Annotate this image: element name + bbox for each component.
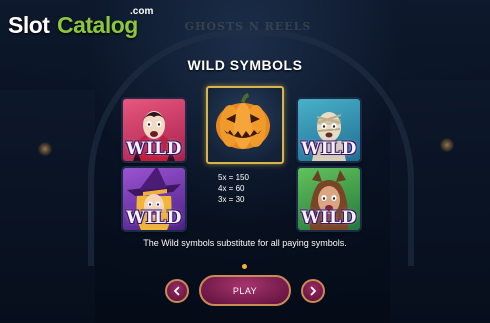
watermark-slot: Slot bbox=[8, 12, 50, 38]
next-page-button[interactable] bbox=[301, 279, 325, 303]
wild-symbol-witch: WILD bbox=[123, 168, 185, 230]
wild-label: WILD bbox=[126, 208, 182, 228]
play-button-label: PLAY bbox=[232, 285, 258, 296]
jack-o-lantern-icon bbox=[216, 93, 270, 149]
payout-5x: 5x = 150 bbox=[218, 173, 249, 182]
wild-description: The Wild symbols substitute for all payi… bbox=[143, 238, 347, 248]
wild-symbol-mummy: WILD bbox=[298, 99, 360, 161]
watermark-com: .com bbox=[130, 6, 154, 17]
wild-label: WILD bbox=[301, 139, 357, 159]
previous-page-button[interactable] bbox=[165, 279, 189, 303]
wild-label: WILD bbox=[126, 139, 182, 159]
page-title: WILD SYMBOLS bbox=[187, 57, 303, 73]
chevron-right-icon bbox=[310, 286, 316, 296]
wild-symbol-vampire: WILD bbox=[123, 99, 185, 161]
page-indicator-dot bbox=[242, 264, 247, 269]
pumpkin-payouts: 5x = 150 4x = 60 3x = 30 bbox=[218, 172, 268, 205]
pumpkin-symbol bbox=[206, 86, 284, 164]
payout-4x: 4x = 60 bbox=[218, 184, 245, 193]
chevron-left-icon bbox=[174, 286, 180, 296]
watermark-catalog: Catalog bbox=[57, 12, 138, 38]
wild-symbol-werewolf: WILD bbox=[298, 168, 360, 230]
wild-label: WILD bbox=[301, 208, 357, 228]
play-button[interactable]: PLAY bbox=[199, 275, 291, 306]
payout-3x: 3x = 30 bbox=[218, 195, 245, 204]
